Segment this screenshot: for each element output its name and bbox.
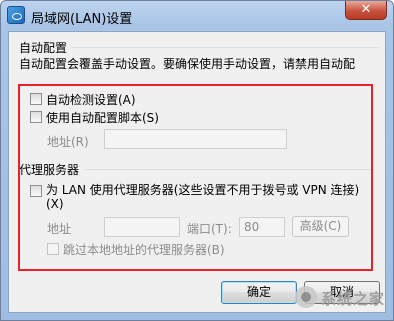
close-button[interactable]: ✕ — [345, 1, 387, 20]
watermark-text: 系统之家 — [321, 290, 386, 308]
auto-config-group-label: 自动配置 — [19, 41, 68, 55]
auto-config-description: 自动配置会覆盖手动设置。要确保使用手动设置，请禁用自动配 — [19, 57, 356, 71]
lan-settings-dialog: 局域网(LAN)设置 ✕ 自动配置 自动配置会覆盖手动设置。要确保使用手动设置，… — [0, 0, 394, 321]
network-settings-icon — [7, 6, 25, 24]
highlight-annotation-box — [18, 84, 373, 271]
watermark-logo-icon — [295, 286, 317, 308]
group-divider — [71, 47, 379, 48]
ok-button[interactable]: 确定 — [221, 281, 297, 304]
title-bar[interactable]: 局域网(LAN)设置 ✕ — [1, 1, 393, 31]
window-title: 局域网(LAN)设置 — [31, 12, 133, 27]
watermark: 系统之家 — [295, 284, 387, 310]
